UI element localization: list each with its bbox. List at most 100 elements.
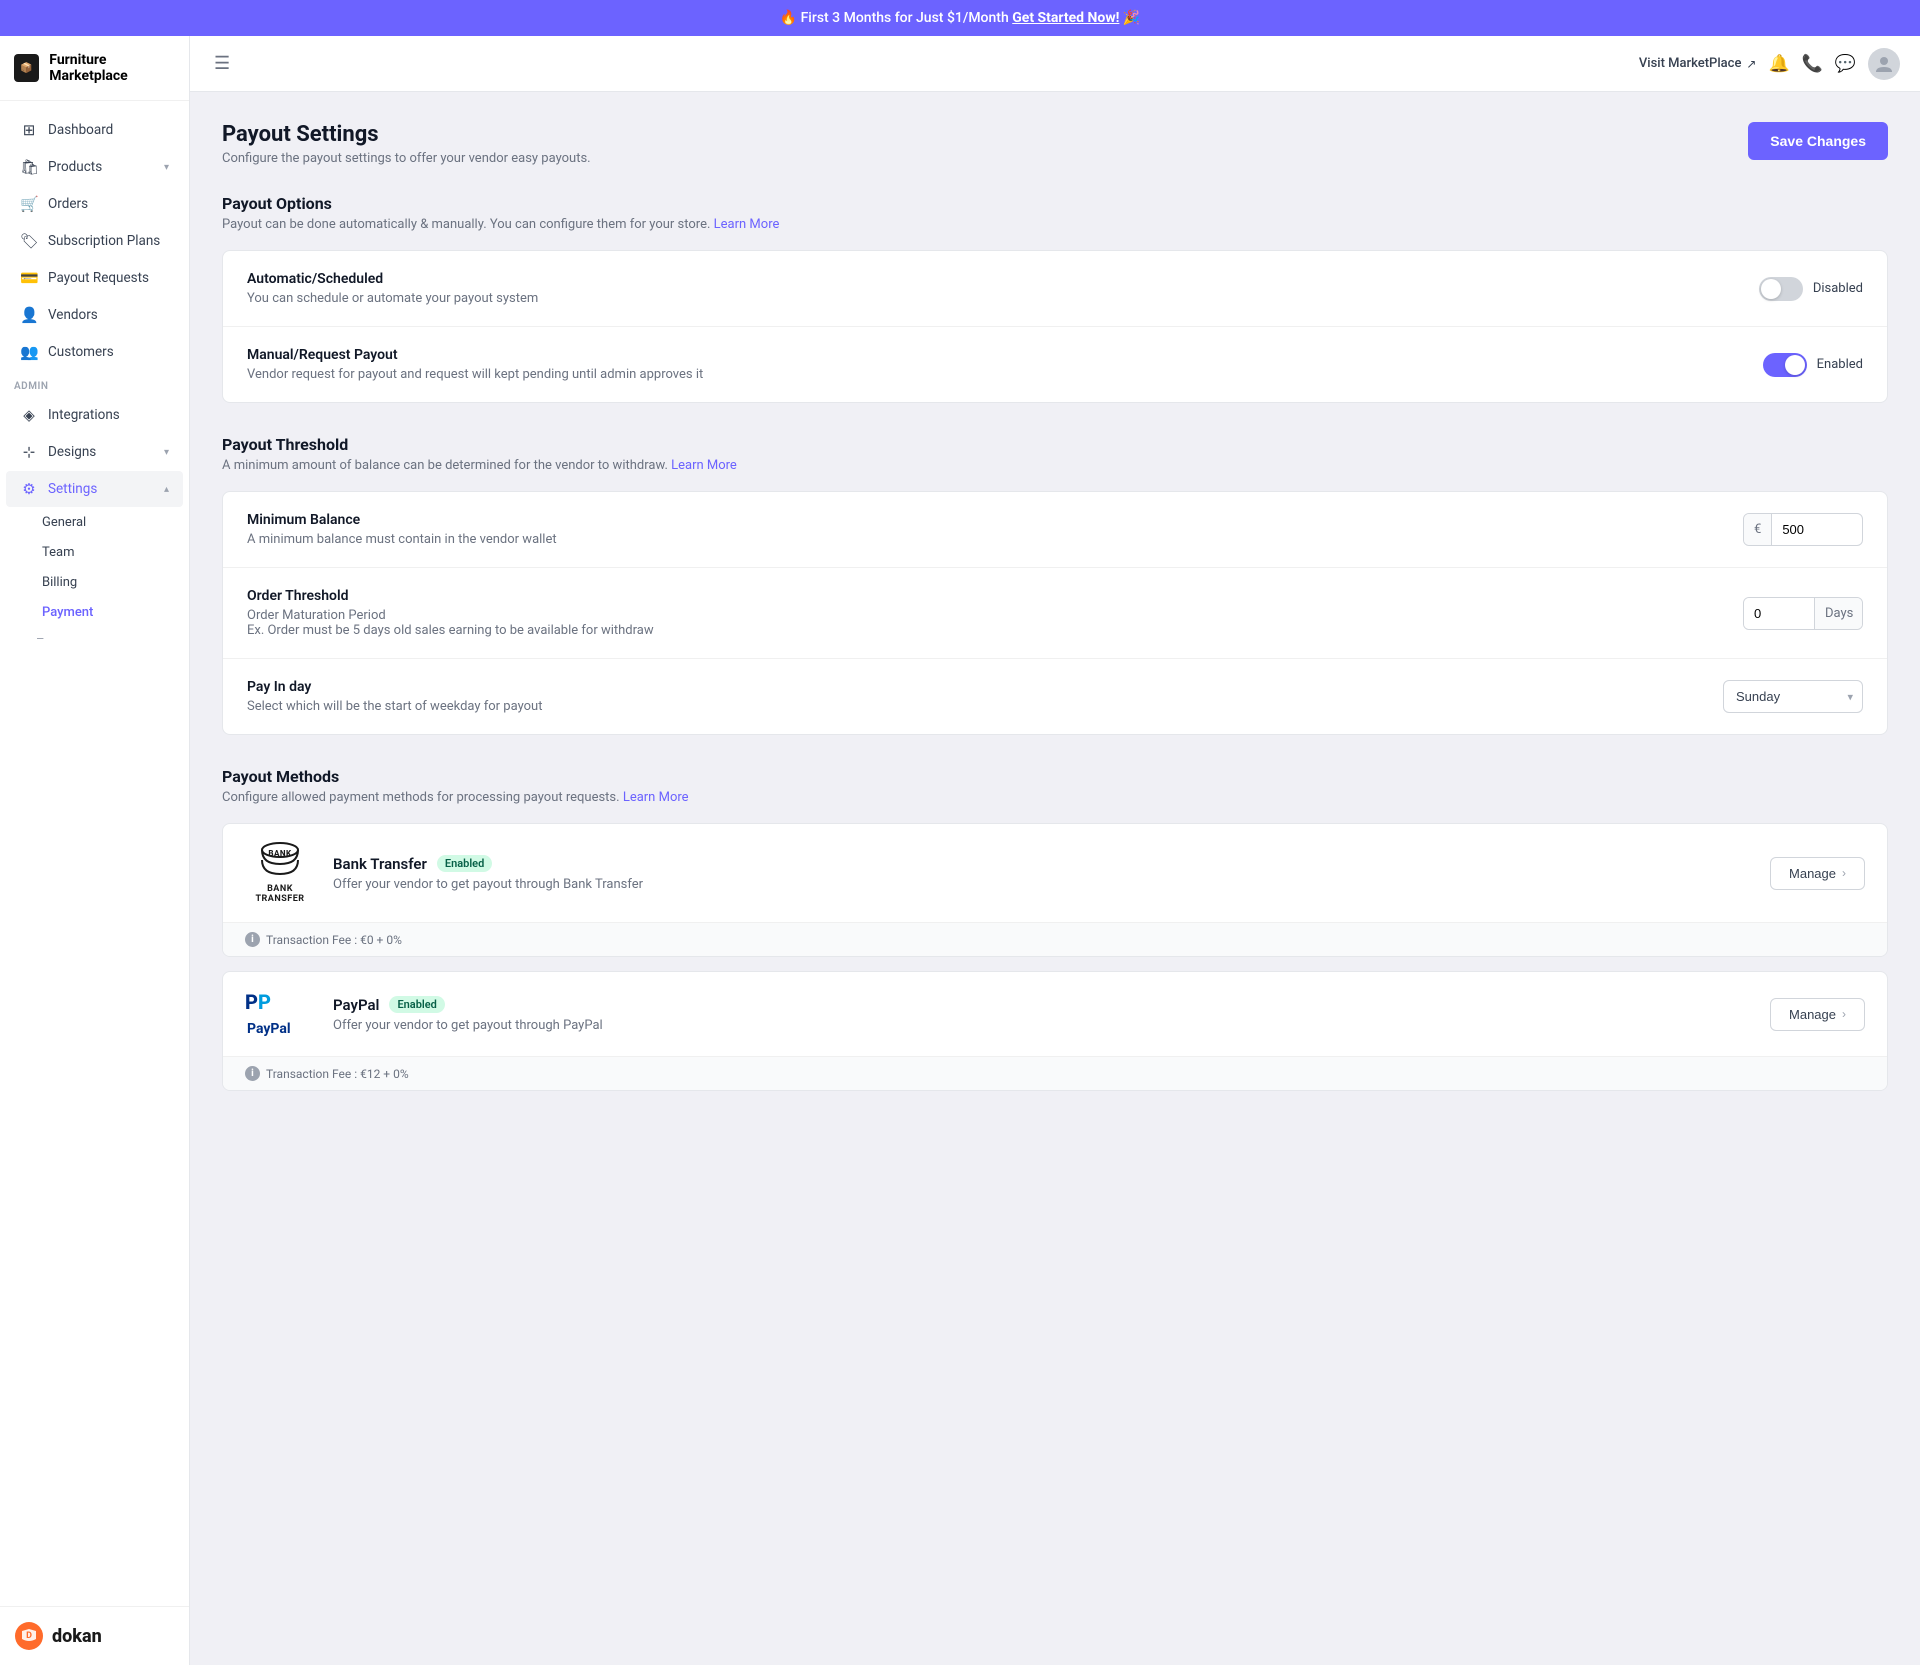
- paypal-main: PP PayPal PayPal Enabled Offer your vend…: [223, 972, 1887, 1056]
- payout-icon: 💳: [20, 269, 38, 287]
- sidebar-item-settings[interactable]: ⚙ Settings ▴: [6, 471, 183, 507]
- sidebar-item-dashboard[interactable]: ⊞ Dashboard: [6, 112, 183, 148]
- user-avatar[interactable]: [1868, 48, 1900, 80]
- sidebar-item-products[interactable]: 🛍 Products ▾: [6, 149, 183, 185]
- paypal-info: PayPal Enabled Offer your vendor to get …: [333, 996, 1752, 1033]
- bank-transfer-badge: Enabled: [437, 855, 492, 872]
- topbar-left: ☰: [210, 49, 1627, 78]
- customers-icon: 👥: [20, 343, 38, 361]
- sidebar-item-subscription-plans[interactable]: 🏷 Subscription Plans: [6, 223, 183, 259]
- sidebar-sub-team[interactable]: Team: [6, 538, 183, 567]
- bank-transfer-svg: BANK: [255, 842, 305, 884]
- bank-transfer-method-card: BANK BANK TRANSFER Bank Transfer Enabled: [222, 823, 1888, 957]
- pay-in-day-info: Pay In day Select which will be the star…: [247, 679, 542, 714]
- order-threshold-info: Order Threshold Order Maturation Period …: [247, 588, 654, 638]
- paypal-fee-text: Transaction Fee : €12 + 0%: [266, 1067, 409, 1081]
- minimum-balance-input[interactable]: [1772, 514, 1842, 545]
- save-changes-button[interactable]: Save Changes: [1748, 122, 1888, 160]
- svg-text:BANK: BANK: [268, 849, 292, 858]
- paypal-logo-graphic: PP PayPal: [245, 990, 315, 1038]
- payout-options-section: Payout Options Payout can be done automa…: [222, 194, 1888, 403]
- paypal-logo: PP PayPal: [245, 990, 315, 1038]
- sidebar-sub-payment[interactable]: Payment: [6, 598, 183, 627]
- chat-icon[interactable]: 💬: [1835, 54, 1856, 74]
- manual-toggle-wrap: Enabled: [1763, 353, 1863, 377]
- automatic-state-label: Disabled: [1813, 281, 1863, 296]
- page-header: Payout Settings Configure the payout set…: [222, 122, 1888, 166]
- menu-toggle-button[interactable]: ☰: [210, 49, 234, 78]
- page-title: Payout Settings: [222, 122, 591, 147]
- manual-state-label: Enabled: [1817, 357, 1863, 372]
- pay-in-day-label: Pay In day: [247, 679, 542, 695]
- page-title-section: Payout Settings Configure the payout set…: [222, 122, 591, 166]
- pay-in-day-row: Pay In day Select which will be the star…: [223, 659, 1887, 734]
- page-body: Payout Settings Configure the payout set…: [190, 92, 1920, 1665]
- minimum-balance-info: Minimum Balance A minimum balance must c…: [247, 512, 557, 547]
- payout-methods-learn-more[interactable]: Learn More: [623, 790, 689, 805]
- visit-marketplace-label: Visit MarketPlace: [1639, 56, 1742, 71]
- automatic-info: Automatic/Scheduled You can schedule or …: [247, 271, 538, 306]
- bank-transfer-desc: Offer your vendor to get payout through …: [333, 877, 1752, 892]
- order-threshold-input[interactable]: [1744, 598, 1814, 629]
- admin-section-label: ADMIN: [0, 371, 189, 396]
- sidebar-sub-dash: –: [0, 628, 189, 651]
- payout-threshold-desc: A minimum amount of balance can be deter…: [222, 458, 1888, 473]
- sidebar-navigation: ⊞ Dashboard 🛍 Products ▾ 🛒 Orders 🏷 Subs…: [0, 101, 189, 1606]
- bank-transfer-fee: i Transaction Fee : €0 + 0%: [223, 922, 1887, 956]
- products-icon: 🛍: [20, 158, 38, 176]
- automatic-label: Automatic/Scheduled: [247, 271, 538, 287]
- sidebar-item-customers[interactable]: 👥 Customers: [6, 334, 183, 370]
- minimum-balance-desc: A minimum balance must contain in the ve…: [247, 532, 557, 547]
- sidebar-item-label: Dashboard: [48, 122, 113, 138]
- sidebar-item-label: Customers: [48, 344, 114, 360]
- payout-threshold-title: Payout Threshold: [222, 435, 1888, 454]
- pay-in-day-select[interactable]: Sunday Monday Tuesday Wednesday Thursday…: [1723, 680, 1863, 713]
- main-content: ☰ Visit MarketPlace ↗ 🔔 📞 💬: [190, 36, 1920, 1665]
- sidebar-sub-general[interactable]: General: [6, 508, 183, 537]
- sidebar-footer: D dokan: [0, 1606, 189, 1665]
- promo-banner: 🔥 First 3 Months for Just $1/Month Get S…: [0, 0, 1920, 36]
- automatic-toggle[interactable]: [1759, 277, 1803, 301]
- designs-icon: ⊹: [20, 443, 38, 461]
- sidebar-item-payout-requests[interactable]: 💳 Payout Requests: [6, 260, 183, 296]
- manual-toggle[interactable]: [1763, 353, 1807, 377]
- payout-options-learn-more[interactable]: Learn More: [714, 217, 780, 232]
- banner-text: 🔥 First 3 Months for Just $1/Month: [780, 10, 1009, 26]
- days-suffix: Days: [1814, 598, 1863, 629]
- manual-desc: Vendor request for payout and request wi…: [247, 367, 703, 382]
- fee-info-icon: i: [245, 932, 260, 947]
- manual-payout-row: Manual/Request Payout Vendor request for…: [223, 327, 1887, 402]
- dokan-logo-icon: D: [14, 1621, 44, 1651]
- paypal-manage-button[interactable]: Manage ›: [1770, 998, 1865, 1031]
- visit-marketplace-link[interactable]: Visit MarketPlace ↗: [1639, 56, 1757, 71]
- phone-icon[interactable]: 📞: [1802, 54, 1823, 74]
- paypal-desc: Offer your vendor to get payout through …: [333, 1018, 1752, 1033]
- toggle-knob: [1785, 355, 1805, 375]
- sidebar-item-designs[interactable]: ⊹ Designs ▾: [6, 434, 183, 470]
- payout-threshold-card: Minimum Balance A minimum balance must c…: [222, 491, 1888, 735]
- banner-cta[interactable]: Get Started Now!: [1012, 10, 1119, 26]
- sidebar-item-label: Vendors: [48, 307, 98, 323]
- automatic-desc: You can schedule or automate your payout…: [247, 291, 538, 306]
- chevron-down-icon: ▾: [164, 447, 169, 458]
- order-threshold-label: Order Threshold: [247, 588, 654, 604]
- dokan-text: dokan: [52, 1626, 102, 1647]
- sidebar-item-integrations[interactable]: ◈ Integrations: [6, 397, 183, 433]
- brand-name: Furniture Marketplace: [49, 52, 175, 84]
- vendors-icon: 👤: [20, 306, 38, 324]
- paypal-manage-label: Manage: [1789, 1007, 1836, 1022]
- sidebar-item-label: Orders: [48, 196, 88, 212]
- order-threshold-row: Order Threshold Order Maturation Period …: [223, 568, 1887, 659]
- bank-transfer-manage-button[interactable]: Manage ›: [1770, 857, 1865, 890]
- sidebar-sub-billing[interactable]: Billing: [6, 568, 183, 597]
- sidebar-item-orders[interactable]: 🛒 Orders: [6, 186, 183, 222]
- payout-threshold-section: Payout Threshold A minimum amount of bal…: [222, 435, 1888, 735]
- order-threshold-input-wrap: Days: [1743, 597, 1863, 630]
- notifications-icon[interactable]: 🔔: [1768, 54, 1789, 74]
- banner-emoji: 🎉: [1123, 10, 1140, 26]
- bank-transfer-name-row: Bank Transfer Enabled: [333, 855, 1752, 873]
- bank-transfer-main: BANK BANK TRANSFER Bank Transfer Enabled: [223, 824, 1887, 922]
- sidebar-item-vendors[interactable]: 👤 Vendors: [6, 297, 183, 333]
- settings-icon: ⚙: [20, 480, 38, 498]
- payout-threshold-learn-more[interactable]: Learn More: [671, 458, 737, 473]
